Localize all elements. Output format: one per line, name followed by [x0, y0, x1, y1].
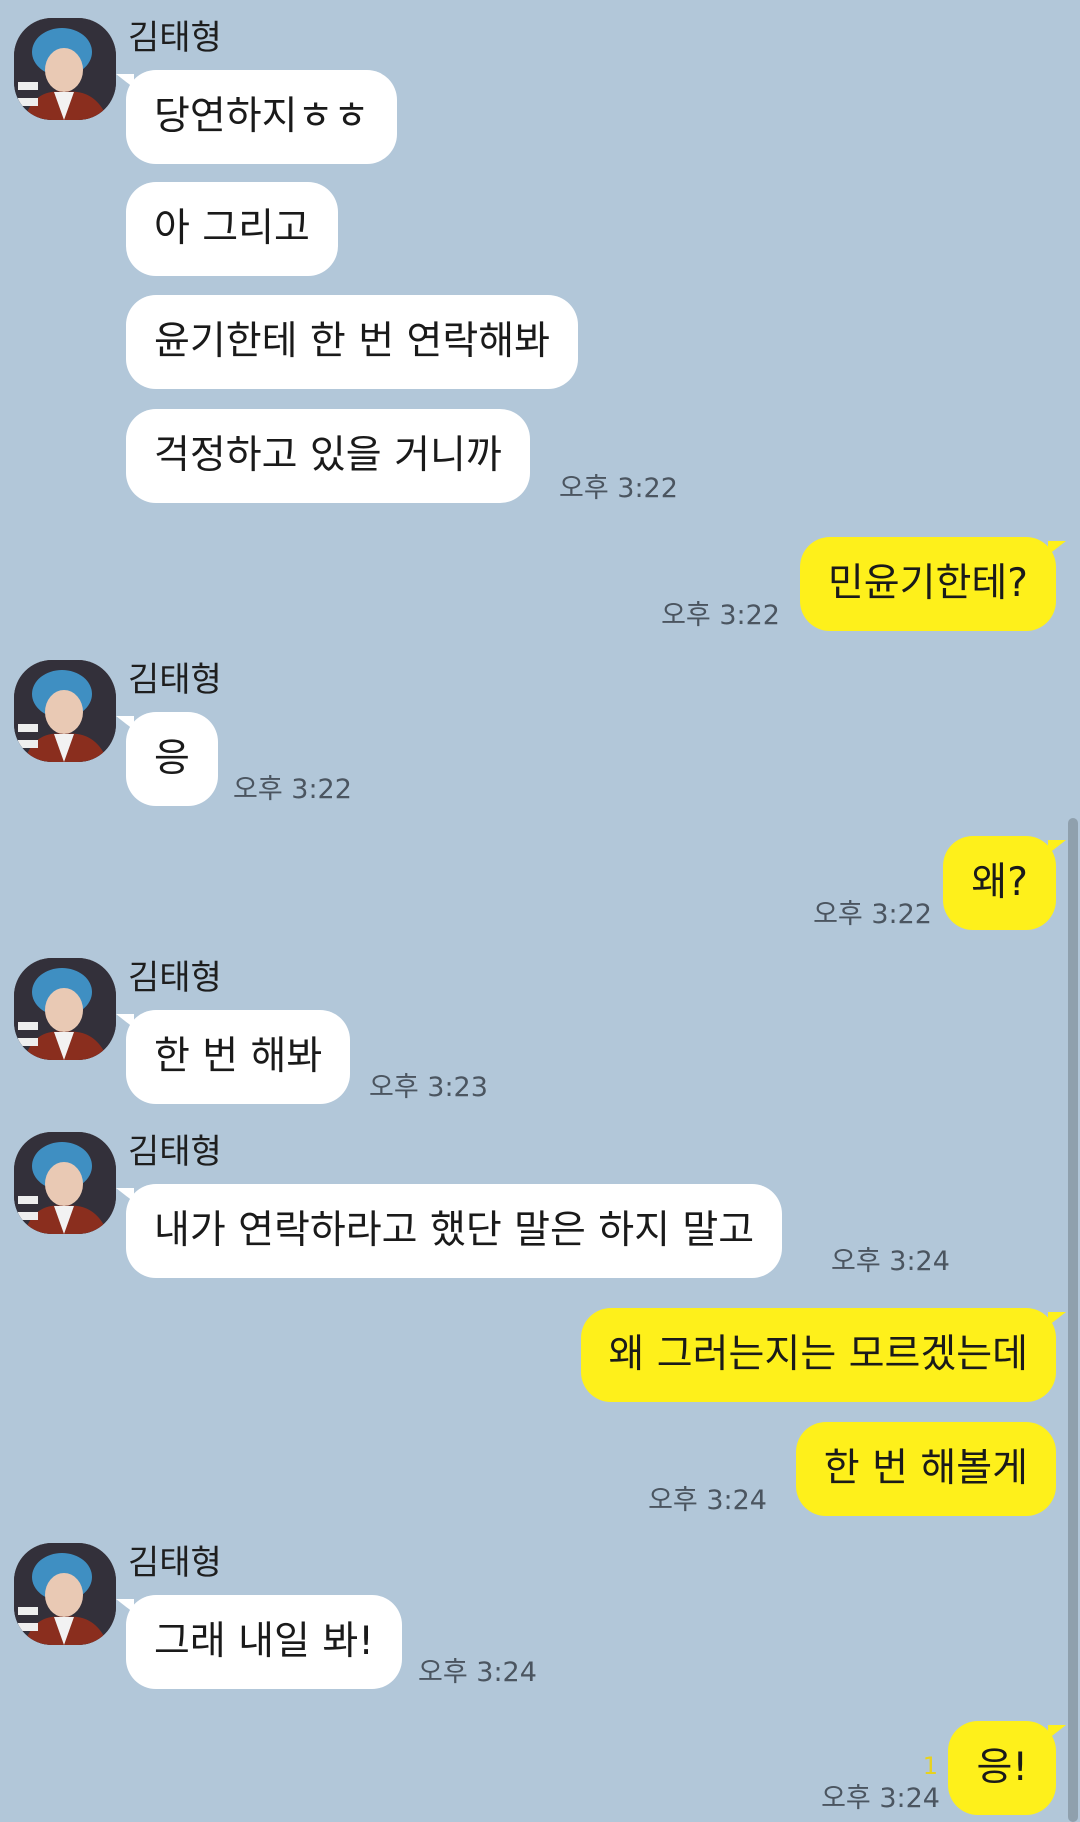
- message-time: 오후 3:22: [559, 473, 678, 504]
- profile-photo-icon: [14, 958, 116, 1060]
- message-bubble[interactable]: 아 그리고: [126, 182, 338, 276]
- sender-name: 김태형: [128, 18, 222, 58]
- sender-name: 김태형: [128, 1543, 222, 1583]
- message-time: 오후 3:22: [813, 899, 932, 930]
- message-time: 오후 3:24: [821, 1783, 940, 1814]
- sender-avatar[interactable]: [14, 958, 116, 1060]
- message-bubble[interactable]: 걱정하고 있을 거니까: [126, 409, 530, 503]
- sender-name: 김태형: [128, 958, 222, 998]
- sender-avatar[interactable]: [14, 1132, 116, 1234]
- message-bubble[interactable]: 윤기한테 한 번 연락해봐: [126, 295, 578, 389]
- scrollbar[interactable]: [1068, 818, 1078, 1822]
- message-time: 오후 3:24: [418, 1657, 537, 1688]
- message-bubble[interactable]: 그래 내일 봐!: [116, 1595, 402, 1689]
- profile-photo-icon: [14, 18, 116, 120]
- my-message-bubble[interactable]: 왜?: [943, 836, 1066, 930]
- my-message-bubble[interactable]: 민윤기한테?: [799, 537, 1067, 631]
- profile-photo-icon: [14, 1543, 116, 1645]
- message-bubble[interactable]: 내가 연락하라고 했단 말은 하지 말고: [115, 1184, 783, 1278]
- my-message-bubble[interactable]: 한 번 해볼게: [795, 1422, 1056, 1516]
- profile-photo-icon: [14, 1132, 116, 1234]
- message-time: 오후 3:24: [648, 1485, 767, 1516]
- message-bubble[interactable]: 당연하지ㅎㅎ: [115, 70, 398, 164]
- message-time: 오후 3:23: [369, 1072, 488, 1103]
- sender-avatar[interactable]: [14, 18, 116, 120]
- message-bubble[interactable]: 응: [116, 712, 218, 806]
- sender-name: 김태형: [128, 660, 222, 700]
- sender-avatar[interactable]: [14, 660, 116, 762]
- message-time: 오후 3:24: [831, 1246, 950, 1277]
- my-message-bubble[interactable]: 응!: [948, 1721, 1066, 1815]
- message-time: 오후 3:22: [661, 600, 780, 631]
- profile-photo-icon: [14, 660, 116, 762]
- unread-count: 1: [922, 1752, 938, 1780]
- my-message-bubble[interactable]: 왜 그러는지는 모르겠는데: [580, 1308, 1067, 1402]
- message-time: 오후 3:22: [233, 774, 352, 805]
- message-bubble[interactable]: 한 번 해봐: [115, 1010, 351, 1104]
- chat-area[interactable]: 김태형 당연하지ㅎㅎ 아 그리고 윤기한테 한 번 연락해봐 걱정하고 있을 거…: [0, 0, 1080, 1822]
- sender-name: 김태형: [128, 1132, 222, 1172]
- sender-avatar[interactable]: [14, 1543, 116, 1645]
